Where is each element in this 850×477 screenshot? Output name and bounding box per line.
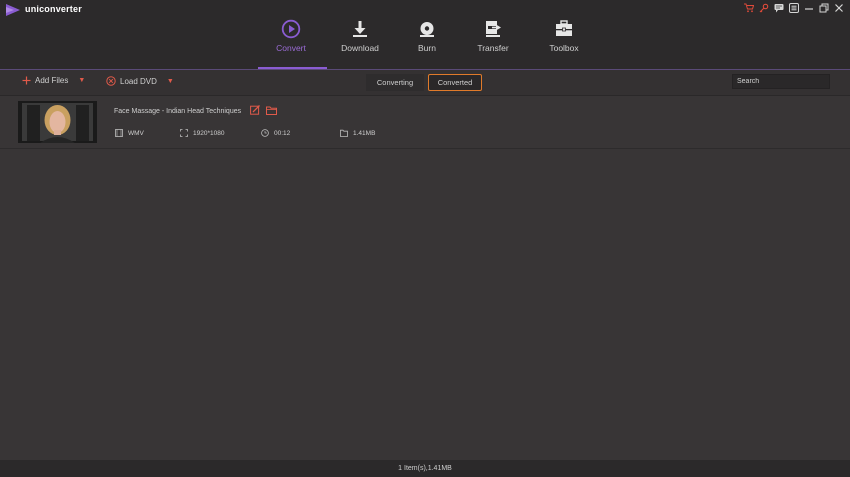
- duration-value: 00:12: [274, 129, 291, 137]
- title-bar: uniconverter Convert Download Burn Trans…: [0, 0, 850, 70]
- download-icon: [353, 21, 367, 37]
- tab-convert[interactable]: Convert: [256, 18, 326, 70]
- dvd-icon: [106, 76, 116, 86]
- tab-converting[interactable]: Converting: [366, 74, 424, 91]
- format-value: WMV: [128, 129, 144, 137]
- search-input[interactable]: [732, 74, 830, 89]
- resolution-value: 1920*1080: [193, 129, 225, 137]
- resolution-meta: 1920*1080: [180, 129, 224, 137]
- tab-download[interactable]: Download: [325, 18, 395, 70]
- key-icon[interactable]: [758, 2, 769, 13]
- add-files-button[interactable]: Add Files ▼: [22, 76, 85, 85]
- video-thumbnail[interactable]: [18, 101, 97, 143]
- tab-convert-label: Convert: [276, 43, 306, 53]
- app-title: uniconverter: [25, 4, 82, 14]
- tab-transfer[interactable]: Transfer: [458, 18, 528, 70]
- size-meta: 1.41MB: [340, 129, 375, 137]
- folder-size-icon: [340, 129, 348, 137]
- tab-transfer-label: Transfer: [477, 43, 509, 53]
- close-icon[interactable]: [833, 2, 844, 13]
- resolution-icon: [180, 129, 188, 137]
- clock-icon: [261, 129, 269, 137]
- thumbnail-image: [18, 101, 97, 143]
- app-logo-icon: [6, 4, 20, 16]
- chat-icon[interactable]: [773, 2, 784, 13]
- folder-icon[interactable]: [266, 106, 277, 115]
- file-title: Face Massage - Indian Head Techniques: [114, 108, 242, 115]
- tab-toolbox[interactable]: Toolbox: [529, 18, 599, 70]
- load-dvd-dropdown-icon[interactable]: ▼: [167, 78, 174, 85]
- window-controls: [743, 2, 844, 13]
- cart-icon[interactable]: [743, 2, 754, 13]
- add-files-dropdown-icon[interactable]: ▼: [78, 77, 85, 84]
- toolbox-icon: [556, 20, 572, 36]
- tab-burn[interactable]: Burn: [392, 18, 462, 70]
- add-files-label: Add Files: [35, 76, 69, 85]
- transfer-icon: [486, 21, 501, 37]
- tab-download-label: Download: [341, 43, 379, 53]
- status-summary: 1 Item(s),1.41MB: [398, 465, 452, 472]
- disc-icon: [420, 22, 434, 37]
- tab-converted[interactable]: Converted: [428, 74, 482, 91]
- file-row[interactable]: Face Massage - Indian Head Techniques WM…: [0, 95, 850, 149]
- format-meta: WMV: [115, 129, 144, 137]
- minimize-icon[interactable]: [803, 2, 814, 13]
- restore-icon[interactable]: [818, 2, 829, 13]
- duration-meta: 00:12: [261, 129, 290, 137]
- menu-icon[interactable]: [788, 2, 799, 13]
- edit-icon[interactable]: [250, 105, 260, 115]
- tab-toolbox-label: Toolbox: [549, 43, 579, 53]
- status-bar: 1 Item(s),1.41MB: [0, 460, 850, 477]
- load-dvd-button[interactable]: Load DVD ▼: [106, 76, 174, 86]
- load-dvd-label: Load DVD: [120, 76, 157, 86]
- toolbar: Add Files ▼ Load DVD ▼ Converting Conver…: [0, 70, 850, 96]
- size-value: 1.41MB: [353, 129, 376, 137]
- main-nav: Convert Download Burn Transfer Toolbox: [0, 18, 850, 70]
- tab-burn-label: Burn: [418, 43, 436, 53]
- film-icon: [115, 129, 123, 137]
- plus-icon: [22, 76, 31, 85]
- play-circle-icon: [281, 19, 301, 39]
